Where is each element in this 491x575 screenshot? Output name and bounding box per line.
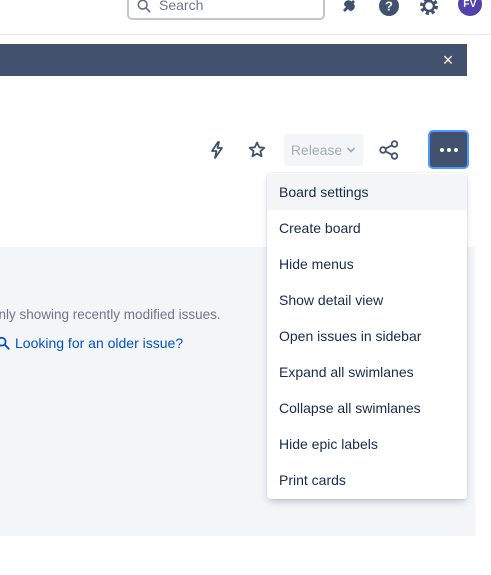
- search-input[interactable]: [159, 0, 309, 14]
- lightning-icon: [211, 141, 223, 159]
- menu-item-show-detail-view[interactable]: Show detail view: [267, 282, 467, 318]
- star-icon: [248, 141, 266, 158]
- automation-button[interactable]: [203, 136, 231, 164]
- share-button[interactable]: [375, 136, 403, 164]
- announcement-banner: ×: [0, 44, 467, 76]
- more-actions-menu: Board settings Create board Hide menus S…: [267, 173, 467, 499]
- share-icon: [379, 140, 399, 160]
- star-button[interactable]: [243, 136, 271, 164]
- release-button[interactable]: Release: [284, 134, 363, 166]
- recent-issues-text: Only showing recently modified issues.: [0, 307, 221, 322]
- avatar[interactable]: FV: [458, 0, 482, 16]
- gear-icon[interactable]: [417, 0, 441, 18]
- older-issue-link[interactable]: Looking for an older issue?: [0, 335, 183, 351]
- menu-item-hide-epic-labels[interactable]: Hide epic labels: [267, 426, 467, 462]
- older-issue-label: Looking for an older issue?: [15, 335, 184, 351]
- top-navigation: ? FV: [0, 0, 491, 35]
- help-icon[interactable]: ?: [377, 0, 401, 18]
- release-label: Release: [290, 142, 343, 158]
- more-actions-button[interactable]: [430, 132, 467, 167]
- menu-item-open-issues-in-sidebar[interactable]: Open issues in sidebar: [267, 318, 467, 354]
- menu-item-hide-menus[interactable]: Hide menus: [267, 246, 467, 282]
- menu-item-board-settings[interactable]: Board settings: [267, 174, 467, 210]
- close-icon[interactable]: ×: [439, 51, 457, 69]
- recent-issues-notice: Only showing recently modified issues.: [0, 307, 221, 322]
- search-icon: [137, 0, 151, 13]
- more-horizontal-icon: [439, 147, 444, 152]
- search-box[interactable]: [127, 0, 325, 20]
- more-dot: [453, 147, 458, 152]
- menu-item-collapse-all-swimlanes[interactable]: Collapse all swimlanes: [267, 390, 467, 426]
- menu-item-create-board[interactable]: Create board: [267, 210, 467, 246]
- menu-item-expand-all-swimlanes[interactable]: Expand all swimlanes: [267, 354, 467, 390]
- chevron-down-icon: [347, 147, 356, 153]
- more-dot: [446, 147, 451, 152]
- menu-item-print-cards[interactable]: Print cards: [267, 462, 467, 498]
- notification-bell-icon[interactable]: [337, 0, 361, 18]
- search-icon: [0, 336, 10, 350]
- svg-text:?: ?: [385, 0, 393, 14]
